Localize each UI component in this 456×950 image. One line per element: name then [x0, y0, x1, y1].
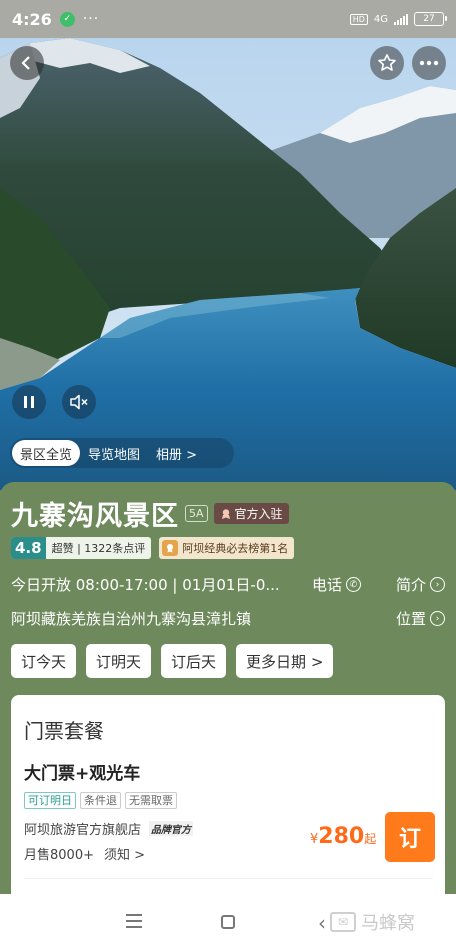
date-buttons: 订今天 订明天 订后天 更多日期 >	[11, 644, 334, 678]
official-badge: 官方入驻	[213, 503, 289, 524]
shop-name[interactable]: 阿坝旅游官方旗舰店	[24, 819, 141, 838]
signal-icon	[394, 13, 408, 25]
more-dates-button[interactable]: 更多日期 >	[236, 644, 334, 678]
hero-tab-bar: 景区全览 导览地图 相册 >	[10, 438, 234, 468]
book-today-button[interactable]: 订今天	[11, 644, 77, 678]
notification-dots: ···	[82, 11, 100, 27]
chevron-left-icon	[21, 56, 30, 70]
official-badge-label: 官方入驻	[234, 507, 283, 521]
battery-icon: 27	[414, 12, 447, 26]
monthly-sales: 月售8000+	[24, 848, 94, 863]
home-icon[interactable]	[221, 915, 235, 929]
ticket-tag: 无需取票	[125, 792, 177, 809]
attraction-title: 九寨沟风景区	[11, 501, 179, 532]
ticket-tag: 条件退	[80, 792, 121, 809]
ticket-tag: 可订明日	[24, 792, 76, 809]
address-text: 阿坝藏族羌族自治州九寨沟县漳扎镇	[11, 610, 252, 628]
phone-icon: ✆	[346, 577, 362, 592]
mafengwo-logo-icon: ✉	[330, 912, 356, 932]
ticket-card: 门票套餐 大门票+观光车 可订明日 条件退 无需取票 阿坝旅游官方旗舰店 品牌官…	[11, 695, 445, 915]
phone-label: 电话	[312, 576, 343, 594]
back-nav-icon[interactable]: ‹	[318, 911, 326, 935]
ticket-tags: 可订明日 条件退 无需取票	[24, 792, 177, 809]
price-value: 280	[318, 824, 365, 849]
address-row: 阿坝藏族羌族自治州九寨沟县漳扎镇 位置 ›	[11, 608, 445, 629]
price-suffix: 起	[364, 832, 377, 846]
rank-text: 阿坝经典必去榜第1名	[182, 542, 289, 555]
shop-row: 阿坝旅游官方旗舰店 品牌官方	[24, 819, 194, 838]
chevron-right-icon: ›	[430, 577, 445, 592]
intro-link[interactable]: 简介 ›	[396, 574, 445, 595]
back-button[interactable]	[10, 46, 44, 80]
book-button[interactable]: 订	[385, 812, 435, 862]
attraction-info: 九寨沟风景区 5A 官方入驻 4.8 超赞 | 1322条点评 阿坝经典必去榜第…	[0, 482, 456, 915]
network-label: 4G	[373, 13, 388, 25]
location-link[interactable]: 位置 ›	[396, 608, 445, 629]
scenery-image	[0, 38, 456, 490]
watermark-text: 马蜂窝	[361, 913, 415, 934]
battery-level: 27	[423, 14, 435, 24]
pause-icon	[24, 396, 34, 408]
ticket-section-title: 门票套餐	[24, 719, 104, 743]
more-options-button[interactable]	[412, 46, 446, 80]
shield-icon: ✓	[59, 11, 75, 27]
watermark: ✉ 马蜂窝	[330, 909, 415, 935]
book-tomorrow-button[interactable]: 订明天	[86, 644, 152, 678]
intro-label: 简介	[395, 576, 426, 594]
title-row: 九寨沟风景区 5A 官方入驻	[11, 494, 289, 533]
rank-pill[interactable]: 阿坝经典必去榜第1名	[159, 537, 295, 559]
mute-icon	[70, 394, 88, 410]
rating-pill[interactable]: 4.8 超赞 | 1322条点评	[11, 537, 152, 559]
divider	[24, 878, 432, 879]
sales-row: 月售8000+ 须知 >	[24, 844, 145, 863]
hero-video[interactable]: 景区全览 导览地图 相册 >	[0, 38, 456, 490]
favorite-button[interactable]	[370, 46, 404, 80]
hours-row: 今日开放 08:00-17:00 | 01月01日-0... 电话 ✆ 简介 ›	[11, 574, 445, 595]
notice-link[interactable]: 须知 >	[104, 844, 145, 863]
book-day-after-button[interactable]: 订后天	[161, 644, 227, 678]
medal-icon	[162, 540, 179, 556]
ticket-name[interactable]: 大门票+观光车	[24, 759, 140, 784]
tab-guide-map[interactable]: 导览地图	[80, 440, 148, 466]
price-symbol: ¥	[310, 832, 319, 847]
star-icon	[378, 54, 396, 71]
brand-badge: 品牌官方	[149, 821, 194, 836]
level-badge: 5A	[185, 505, 208, 522]
pause-button[interactable]	[12, 385, 46, 419]
system-nav-bar: ‹ ✉ 马蜂窝	[0, 894, 456, 950]
rating-score: 4.8	[11, 537, 46, 559]
mute-button[interactable]	[62, 385, 96, 419]
status-indicators: HD 4G 27	[349, 12, 447, 26]
tab-album[interactable]: 相册 >	[148, 440, 205, 466]
rating-text: 超赞 | 1322条点评	[51, 542, 146, 555]
ticket-price: ¥ 280 起	[310, 824, 376, 849]
phone-link[interactable]: 电话 ✆	[312, 574, 362, 595]
more-dots-icon	[419, 60, 439, 66]
rating-row: 4.8 超赞 | 1322条点评 阿坝经典必去榜第1名	[11, 537, 295, 559]
menu-icon[interactable]	[126, 914, 142, 932]
status-time: 4:26	[12, 9, 52, 29]
official-icon	[221, 508, 230, 519]
location-label: 位置	[395, 610, 426, 628]
tab-overview[interactable]: 景区全览	[12, 440, 81, 466]
opening-hours[interactable]: 今日开放 08:00-17:00 | 01月01日-0...	[11, 574, 296, 595]
chevron-right-icon: ›	[430, 611, 445, 626]
hd-icon: HD	[349, 13, 368, 25]
status-bar: 4:26 ✓ ··· HD 4G 27	[0, 0, 456, 38]
